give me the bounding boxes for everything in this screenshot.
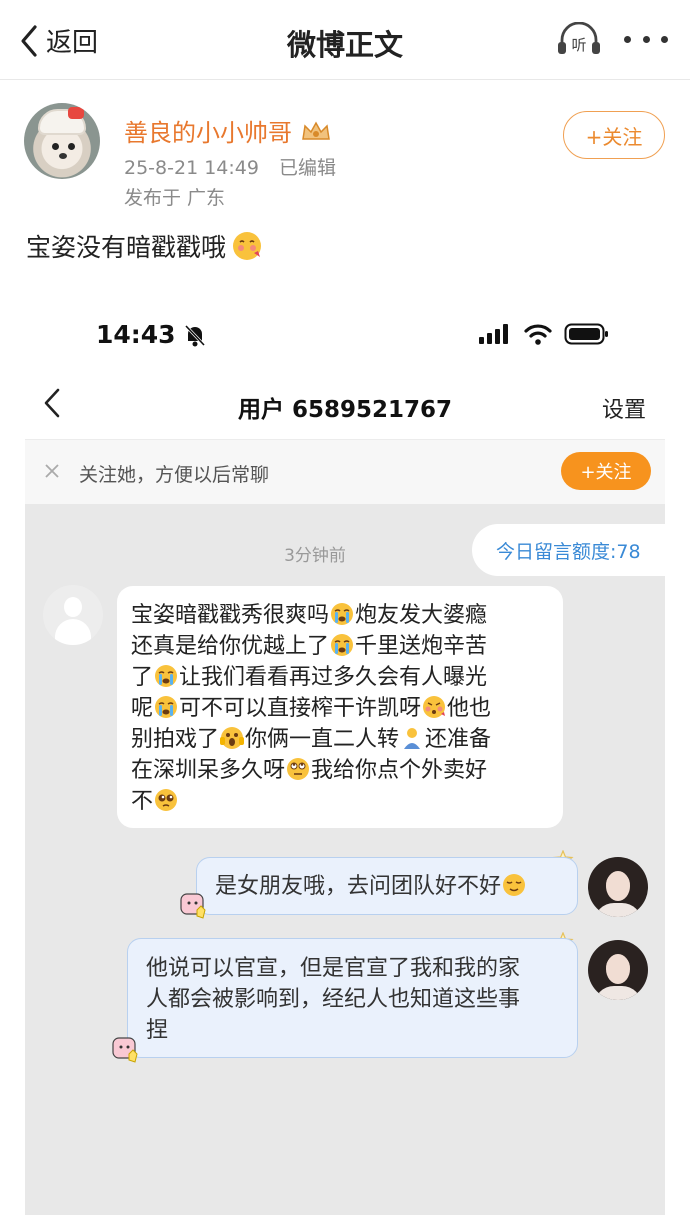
battery-icon [564, 323, 608, 345]
message-timestamp: 3分钟前 [284, 546, 346, 566]
post-location: 发布于 广东 [124, 187, 226, 209]
status-time-text: 14:43 [96, 320, 176, 349]
settings-button[interactable]: 设置 [602, 392, 646, 424]
app-root: 返回 微博正文 听 善良的小小帅哥 25-8-21 14:49 已编辑 发布于 广… [0, 0, 690, 1215]
status-icons [478, 322, 610, 346]
signal-icon [479, 324, 508, 344]
follow-button[interactable]: +关注 [563, 111, 665, 159]
shy-emoji [233, 232, 262, 260]
smirk-emoji [503, 874, 526, 896]
wifi-icon [524, 324, 552, 345]
msg-segment: 你俩一直二人转 [245, 727, 400, 752]
headphone-icon[interactable]: 听 [556, 22, 602, 58]
author-avatar[interactable] [24, 103, 100, 179]
banner-text: 关注她，方便以后常聊 [79, 464, 270, 486]
msg-segment: 别拍戏了 [131, 727, 220, 752]
post-text-content: 宝姿没有暗戳戳哦 [26, 233, 227, 262]
sent-message-line: 人都会被影响到，经纪人也知道这些事 [146, 987, 521, 1012]
my-avatar[interactable] [588, 857, 648, 917]
sent-message: 是女朋友哦，去问团队好不好 [196, 857, 578, 915]
msg-segment: 我给你点个外卖好 [311, 758, 488, 783]
sent-message: 他说可以官宣，但是官宣了我和我的家 人都会被影响到，经纪人也知道这些事 捏 [127, 938, 578, 1058]
msg-segment: 了 [131, 665, 154, 690]
bell-mute-icon [184, 324, 205, 346]
chat-body: 今日留言额度:78 3分钟前 宝姿暗戳戳秀很爽吗 炮友发大婆瘾 还真是给你优越上了… [25, 504, 667, 1215]
sender-avatar[interactable] [43, 585, 103, 645]
author-name-text: 善良的小小帅哥 [124, 119, 292, 147]
banner-follow-button[interactable]: +关注 [561, 452, 651, 490]
sent-message-line: 他说可以官宣，但是官宣了我和我的家 [146, 956, 521, 981]
edited-tag: 已编辑 [278, 157, 336, 179]
post-text: 宝姿没有暗戳戳哦 [26, 228, 264, 264]
listen-label: 听 [571, 36, 586, 54]
post-meta: 25-8-21 14:49 已编辑 [124, 153, 336, 180]
post-date: 25-8-21 14:49 [124, 157, 259, 179]
roll-eyes-emoji [287, 758, 310, 780]
more-icon[interactable] [624, 36, 668, 46]
pink-bear-sticker-icon [112, 1037, 138, 1063]
status-time: 14:43 [96, 320, 206, 349]
msg-segment: 呢 [131, 696, 154, 721]
msg-segment: 宝姿暗戳戳秀很爽吗 [131, 603, 330, 628]
kiss-emoji [423, 696, 446, 718]
cry-emoji [331, 634, 354, 656]
msg-segment: 千里送炮辛苦 [355, 634, 488, 659]
my-avatar[interactable] [588, 940, 648, 1000]
cry-emoji [331, 603, 354, 625]
msg-segment: 可不可以直接榨干许凯呀 [179, 696, 422, 721]
msg-segment: 不 [131, 789, 154, 814]
chat-title: 用户 6589521767 [237, 397, 453, 423]
msg-segment: 在深圳呆多久呀 [131, 758, 286, 783]
msg-segment: 还真是给你优越上了 [131, 634, 330, 659]
msg-segment: 炮友发大婆瘾 [355, 603, 488, 628]
top-nav-bar: 返回 微博正文 听 [0, 0, 690, 80]
msg-segment: 还准备 [425, 727, 492, 752]
cry-emoji [155, 696, 178, 718]
received-message: 宝姿暗戳戳秀很爽吗 炮友发大婆瘾 还真是给你优越上了 千里送炮辛苦 了让我们看看再过… [117, 586, 563, 828]
msg-segment: 让我们看看再过多久会有人曝光 [179, 665, 488, 690]
sent-message-text: 是女朋友哦，去问团队好不好 [215, 874, 502, 899]
vip-crown-icon [302, 120, 330, 140]
msg-segment: 他也 [447, 696, 492, 721]
follow-banner: 关注她，方便以后常聊 +关注 [25, 440, 665, 504]
close-icon[interactable] [43, 462, 61, 480]
scream-emoji [220, 727, 245, 749]
dance-emoji [404, 728, 421, 749]
sent-message-line: 捏 [146, 1018, 169, 1043]
chat-header: 用户 6589521767 设置 [25, 368, 665, 440]
cry-emoji [155, 665, 178, 687]
author-name[interactable]: 善良的小小帅哥 [124, 113, 332, 148]
pink-bear-sticker-icon [180, 893, 206, 919]
plead-emoji [155, 789, 178, 811]
